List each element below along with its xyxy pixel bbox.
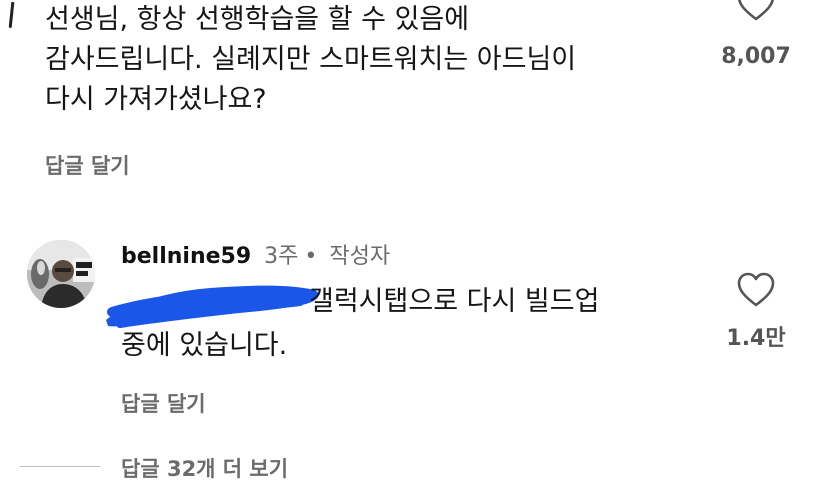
comment-2-like-count: 1.4만 [726, 326, 786, 351]
comment-2-text: 갤럭시탭으로 다시 빌드업 중에 있습니다. [121, 280, 701, 368]
comment-2-line: 중에 있습니다. [121, 330, 288, 361]
view-more-replies-button[interactable]: 답글 32개 더 보기 [121, 453, 288, 483]
separator-dot: • [304, 244, 318, 269]
comment-2-line: 갤럭시탭으로 다시 빌드업 [309, 286, 600, 317]
comment-time: 3주 [264, 244, 299, 269]
avatar[interactable] [27, 240, 95, 308]
avatar-image [27, 240, 95, 308]
heart-icon[interactable] [736, 272, 776, 308]
thread-indicator [8, 1, 15, 29]
comment-2-reply-button[interactable]: 답글 달기 [121, 388, 206, 418]
comment-2-like: 1.4만 [711, 272, 801, 352]
comment-2-meta: bellnine59 3주 • 작성자 [121, 238, 390, 270]
comment-1-text: 선생님, 항상 선행학습을 할 수 있음에 감사드립니다. 실례지만 스마트워치… [45, 0, 685, 120]
more-replies-divider [20, 466, 100, 467]
heart-icon[interactable] [736, 0, 776, 22]
comment-1-like: 8,007 [711, 0, 801, 69]
comment-1-line: 선생님, 항상 선행학습을 할 수 있음에 [45, 4, 470, 35]
username[interactable]: bellnine59 [121, 244, 251, 269]
comment-1-line: 감사드립니다. 실례지만 스마트워치는 아드님이 [45, 44, 577, 75]
author-badge: 작성자 [329, 244, 391, 269]
comment-1-line: 다시 가져가셨나요? [45, 84, 267, 115]
comment-1-reply-button[interactable]: 답글 달기 [45, 150, 130, 180]
comment-1-like-count: 8,007 [721, 44, 791, 69]
